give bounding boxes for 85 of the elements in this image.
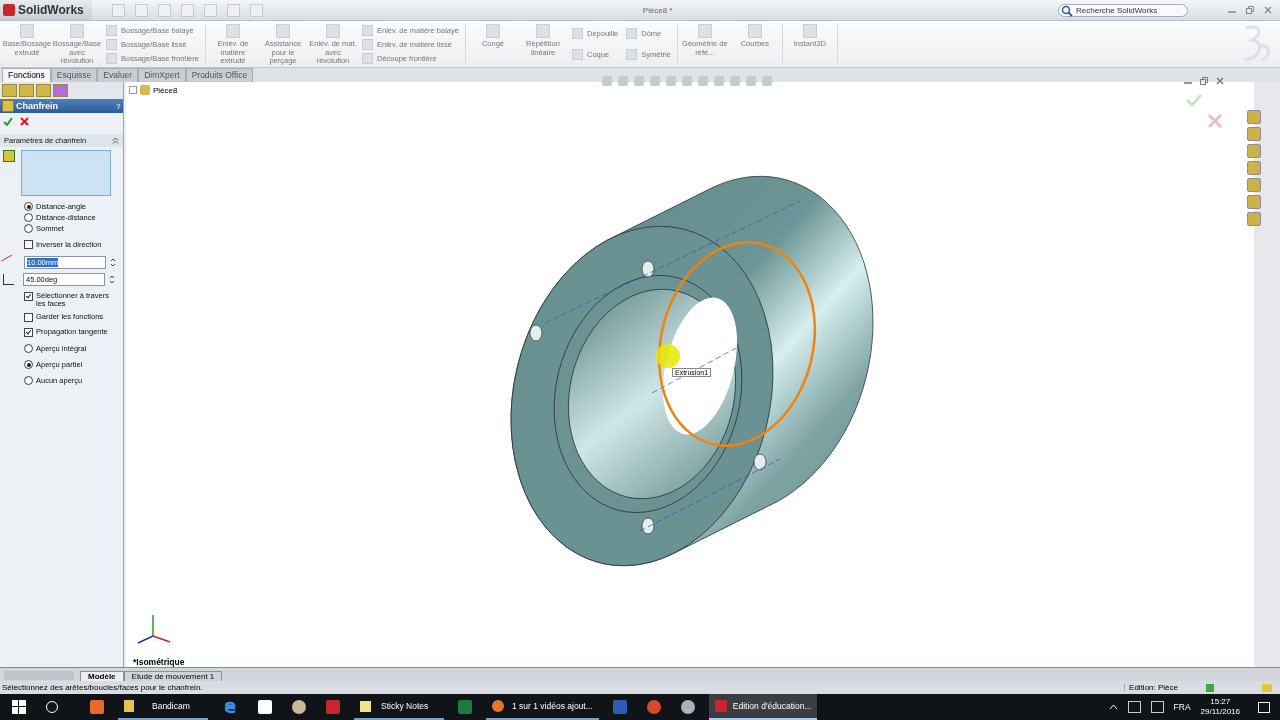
command-tab[interactable]: DimXpert (138, 68, 186, 82)
tool-icon (571, 28, 583, 39)
edit-mode: Edition: Pièce (1124, 683, 1178, 692)
angle-icon (3, 274, 14, 285)
taskbar-button[interactable]: Bandicam (118, 694, 208, 720)
tab-scroll-icon[interactable] (4, 671, 74, 680)
command-tab[interactable]: Produits Office (185, 68, 254, 82)
close-icon[interactable] (1264, 6, 1272, 14)
spin-icon[interactable] (109, 274, 115, 285)
toolbar-icon[interactable] (249, 3, 263, 17)
task-pane-tab-icon[interactable] (1247, 212, 1261, 226)
cancel-button[interactable] (20, 117, 29, 126)
app-icon[interactable] (646, 700, 661, 714)
spin-icon[interactable] (110, 257, 116, 268)
tool-icon (535, 24, 550, 38)
task-pane-tab-icon[interactable] (1247, 110, 1261, 124)
tool-icon (70, 24, 84, 38)
tool-icon (802, 24, 817, 38)
axis-triad-icon (137, 614, 171, 644)
toolbar-icon[interactable] (111, 3, 125, 17)
taskbar-button[interactable]: Sticky Notes (354, 694, 444, 720)
toolbar-icon[interactable] (134, 3, 148, 17)
tool-icon (626, 49, 638, 60)
taskbar-button[interactable]: Edition d'éducation... (708, 694, 818, 720)
command-tab[interactable]: Fonctions (2, 68, 51, 82)
tool-icon (361, 52, 373, 64)
manager-tab-icon[interactable] (2, 84, 17, 97)
tool-icon (361, 38, 373, 50)
tool-icon (106, 38, 117, 50)
tool-icon (747, 24, 762, 38)
tree-item[interactable]: Pièce8 (129, 85, 178, 95)
tool-icon (106, 52, 117, 64)
search-field[interactable]: Recherche SolidWorks (1058, 3, 1188, 17)
search-icon[interactable] (1061, 4, 1073, 17)
tool-icon (697, 24, 712, 38)
windows-start-icon[interactable] (12, 700, 26, 714)
manager-tab-icon[interactable] (19, 84, 34, 97)
task-pane-tab-icon[interactable] (1247, 195, 1261, 209)
ok-button[interactable] (3, 117, 13, 126)
toolbar-icon[interactable] (203, 3, 217, 17)
highlighted-edge[interactable] (658, 241, 816, 447)
help-button[interactable]: ? (116, 101, 121, 111)
tool-icon (485, 24, 500, 38)
status-message: Sélectionnez des arêtes/boucles/faces pour le chanfrein. (2, 683, 203, 692)
taskbar-button[interactable]: 1 sur 1 vidéos ajout... (486, 694, 599, 720)
selection-list[interactable] (21, 150, 111, 196)
confirm-icon[interactable] (1186, 94, 1202, 106)
clock[interactable]: 15:27 29/11/2016 (1200, 697, 1240, 717)
tool-icon (361, 24, 373, 36)
toolbar-icon[interactable] (157, 3, 171, 17)
task-pane-tab-icon[interactable] (1247, 178, 1261, 192)
toolbar-icon[interactable] (180, 3, 194, 17)
tool-icon (275, 24, 290, 38)
task-pane-tab-icon[interactable] (1247, 161, 1261, 175)
tool-icon (626, 28, 638, 39)
logo-icon (3, 4, 15, 16)
restore-icon[interactable] (1246, 6, 1254, 14)
language-indicator[interactable]: FRA (1173, 702, 1191, 712)
tool-icon (571, 49, 583, 60)
expand-icon[interactable] (129, 86, 137, 94)
chevron-up-icon[interactable] (1108, 704, 1118, 710)
app-logo[interactable]: SolidWorks (0, 0, 92, 20)
document-title: Pièce8 * (642, 5, 673, 15)
cancel-icon[interactable] (1208, 114, 1222, 128)
toolbar-icon[interactable] (226, 3, 240, 17)
task-pane-tab-icon[interactable] (1247, 127, 1261, 141)
app-icon (714, 700, 727, 712)
tool-icon (20, 24, 34, 38)
tool-icon (325, 24, 340, 38)
command-tab[interactable]: Evaluer (97, 68, 139, 82)
app-name: SolidWorks (18, 3, 84, 17)
command-tab[interactable]: Esquisse (50, 68, 98, 82)
view-name: *Isométrique (133, 657, 185, 667)
tool-icon (225, 24, 240, 38)
tree-label: Pièce8 (153, 85, 178, 95)
restore-icon[interactable] (1200, 77, 1208, 85)
app-icon[interactable] (680, 700, 695, 714)
highlight-dot (656, 344, 680, 368)
collapse-icon[interactable] (112, 137, 119, 144)
manager-tab-icon[interactable] (36, 84, 51, 97)
close-icon[interactable] (1216, 77, 1224, 85)
task-pane-tab-icon[interactable] (1247, 144, 1261, 158)
manager-tab-icon[interactable] (53, 84, 68, 97)
panel-title: Chanfrein (16, 101, 58, 111)
tool-icon (106, 24, 117, 36)
